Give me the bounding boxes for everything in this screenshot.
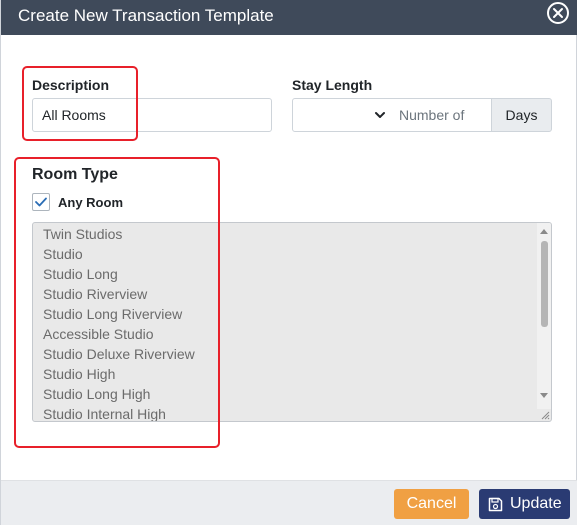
update-button-label: Update [510,495,562,512]
cancel-button[interactable]: Cancel [394,489,469,519]
scroll-thumb[interactable] [541,241,548,327]
resize-grip-icon[interactable] [540,410,550,420]
listbox-scrollbar[interactable] [537,223,551,409]
scroll-down-arrow-icon[interactable] [540,393,548,399]
stay-length-label: Stay Length [292,77,373,93]
close-icon [553,8,563,18]
dialog-title: Create New Transaction Template [18,6,274,25]
room-type-highlight-box [14,157,220,448]
stay-length-select[interactable] [292,98,392,132]
save-icon [488,497,503,512]
days-unit-addon: Days [491,98,552,132]
dialog-titlebar: Create New Transaction Template [1,0,577,35]
stay-length-number-input[interactable] [391,98,492,132]
scroll-up-arrow-icon[interactable] [540,228,548,234]
dialog-footer: Cancel Update [1,480,577,525]
create-transaction-template-dialog: Create New Transaction Template Descript… [0,0,577,525]
close-button[interactable] [547,2,569,24]
update-button[interactable]: Update [479,489,570,519]
description-highlight-box [22,66,138,141]
chevron-down-icon [375,112,385,118]
